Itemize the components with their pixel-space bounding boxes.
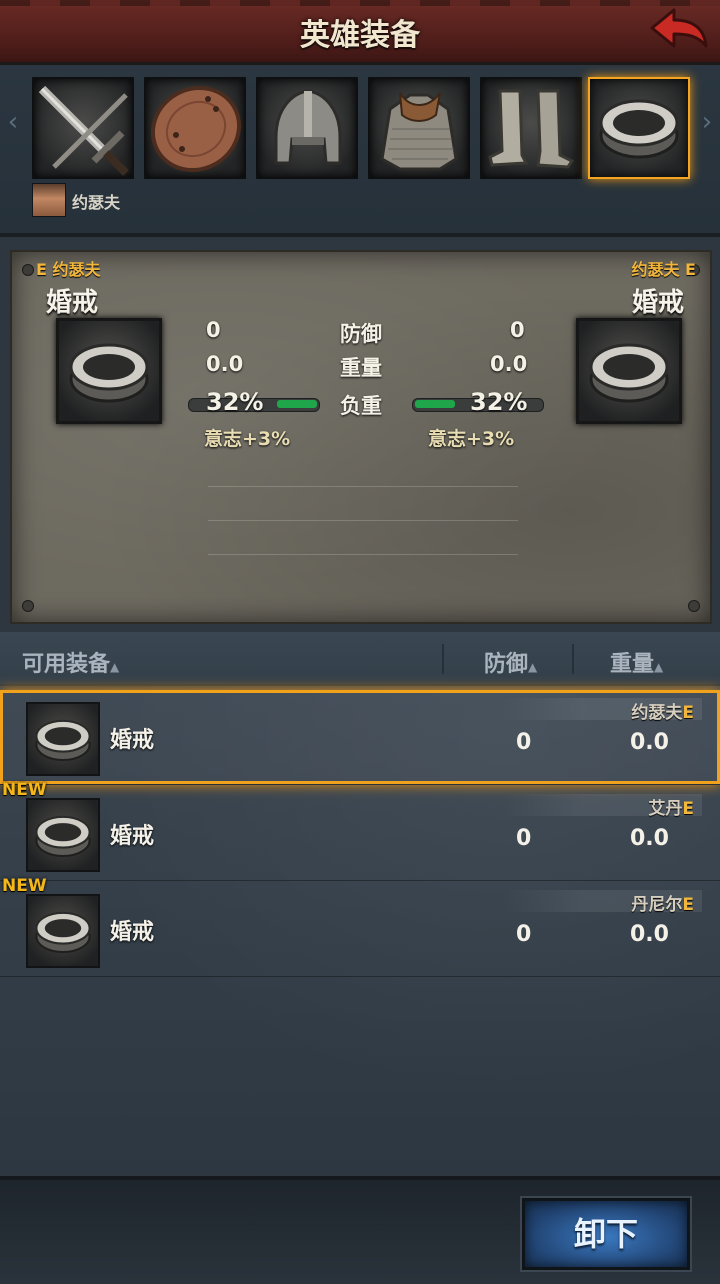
rivet-icon — [22, 264, 34, 276]
selected-load-value: 32% — [470, 388, 528, 416]
new-badge: NEW — [2, 780, 47, 800]
bonus-line — [208, 554, 518, 555]
header-bar: 英雄装备 — [0, 0, 720, 65]
bottom-bar: 卸下 — [0, 1176, 720, 1284]
row-defense: 0 — [516, 730, 532, 755]
equipped-bonus: 意志+3% — [204, 428, 291, 450]
bonus-line — [208, 486, 518, 487]
list-item[interactable]: NEW 丹尼尔E 婚戒 0 0.0 — [0, 876, 720, 977]
sort-available-button[interactable]: 可用装备▲ — [22, 646, 119, 678]
shield-slot[interactable] — [144, 77, 246, 179]
selected-owner-label: 约瑟夫 E — [631, 260, 696, 279]
weight-label: 重量 — [340, 356, 382, 380]
equipped-owner-label: E 约瑟夫 — [36, 260, 101, 279]
equipment-slot-bar: ‹ › 约瑟夫 — [0, 65, 720, 237]
slot-prev-arrow-icon[interactable]: ‹ — [4, 107, 22, 137]
sword-slot[interactable] — [32, 77, 134, 179]
sort-weight-button[interactable]: 重量▲ — [610, 646, 663, 678]
selected-load-fill — [415, 400, 455, 408]
page-title: 英雄装备 — [300, 18, 420, 53]
unequip-button[interactable]: 卸下 — [522, 1198, 690, 1270]
sort-arrow-icon: ▲ — [528, 660, 538, 674]
row-item-name: 婚戒 — [110, 824, 155, 849]
equipped-item-name: 婚戒 — [46, 288, 99, 318]
back-button[interactable] — [646, 6, 710, 56]
new-badge: NEW — [2, 876, 47, 896]
load-label: 负重 — [340, 394, 382, 418]
helmet-icon — [274, 89, 342, 165]
back-arrow-icon — [650, 8, 708, 48]
selected-defense-value: 0 — [510, 318, 525, 342]
defense-header-label: 防御 — [484, 652, 529, 677]
hero-avatar — [32, 183, 66, 217]
sort-defense-button[interactable]: 防御▲ — [484, 646, 537, 678]
sort-arrow-icon: ▲ — [110, 660, 120, 674]
equipment-list: 约瑟夫E 婚戒 0 0.0 NEW 艾丹E 婚戒 0 0.0 NEW 丹尼尔E … — [0, 686, 720, 1174]
row-item-name: 婚戒 — [110, 728, 155, 753]
slot-next-arrow-icon[interactable]: › — [698, 107, 716, 137]
sort-arrow-icon: ▲ — [654, 660, 664, 674]
row-defense: 0 — [516, 826, 532, 851]
shield-icon — [150, 85, 242, 173]
column-divider — [572, 644, 574, 674]
boots-slot[interactable] — [480, 77, 582, 179]
ring-slot[interactable] — [588, 77, 690, 179]
ring-icon — [35, 719, 91, 762]
chainmail-icon — [380, 92, 458, 171]
row-weight: 0.0 — [630, 826, 669, 851]
row-owner: 约瑟夫E — [631, 703, 694, 723]
ring-icon — [599, 99, 679, 159]
row-weight: 0.0 — [630, 730, 669, 755]
row-item-thumb — [26, 702, 100, 776]
available-header-label: 可用装备 — [22, 652, 111, 677]
row-defense: 0 — [516, 922, 532, 947]
rivet-icon — [688, 600, 700, 612]
helmet-slot[interactable] — [256, 77, 358, 179]
list-item[interactable]: NEW 艾丹E 婚戒 0 0.0 — [0, 780, 720, 881]
column-divider — [442, 644, 444, 674]
weight-header-label: 重量 — [610, 652, 655, 677]
sword-icon — [38, 85, 129, 176]
selected-item-name: 婚戒 — [631, 288, 684, 318]
selected-weight-value: 0.0 — [490, 352, 528, 376]
row-item-thumb — [26, 894, 100, 968]
defense-label: 防御 — [340, 322, 382, 346]
rivet-icon — [22, 600, 34, 612]
row-item-thumb — [26, 798, 100, 872]
compare-panel: E 约瑟夫 约瑟夫 E 婚戒 婚戒 0 防御 0 0.0 重量 0.0 32% … — [10, 250, 712, 624]
hero-name: 约瑟夫 — [72, 193, 121, 212]
boots-icon — [488, 89, 575, 169]
row-owner: 艾丹E — [648, 799, 694, 819]
ring-icon — [35, 911, 91, 954]
list-header: 可用装备▲ 防御▲ 重量▲ — [0, 632, 720, 684]
armor-slot[interactable] — [368, 77, 470, 179]
row-item-name: 婚戒 — [110, 920, 155, 945]
bonus-line — [208, 520, 518, 521]
selected-bonus: 意志+3% — [428, 428, 515, 450]
row-owner: 丹尼尔E — [631, 895, 694, 915]
list-item[interactable]: 约瑟夫E 婚戒 0 0.0 — [0, 690, 720, 785]
row-weight: 0.0 — [630, 922, 669, 947]
ring-icon — [35, 815, 91, 858]
